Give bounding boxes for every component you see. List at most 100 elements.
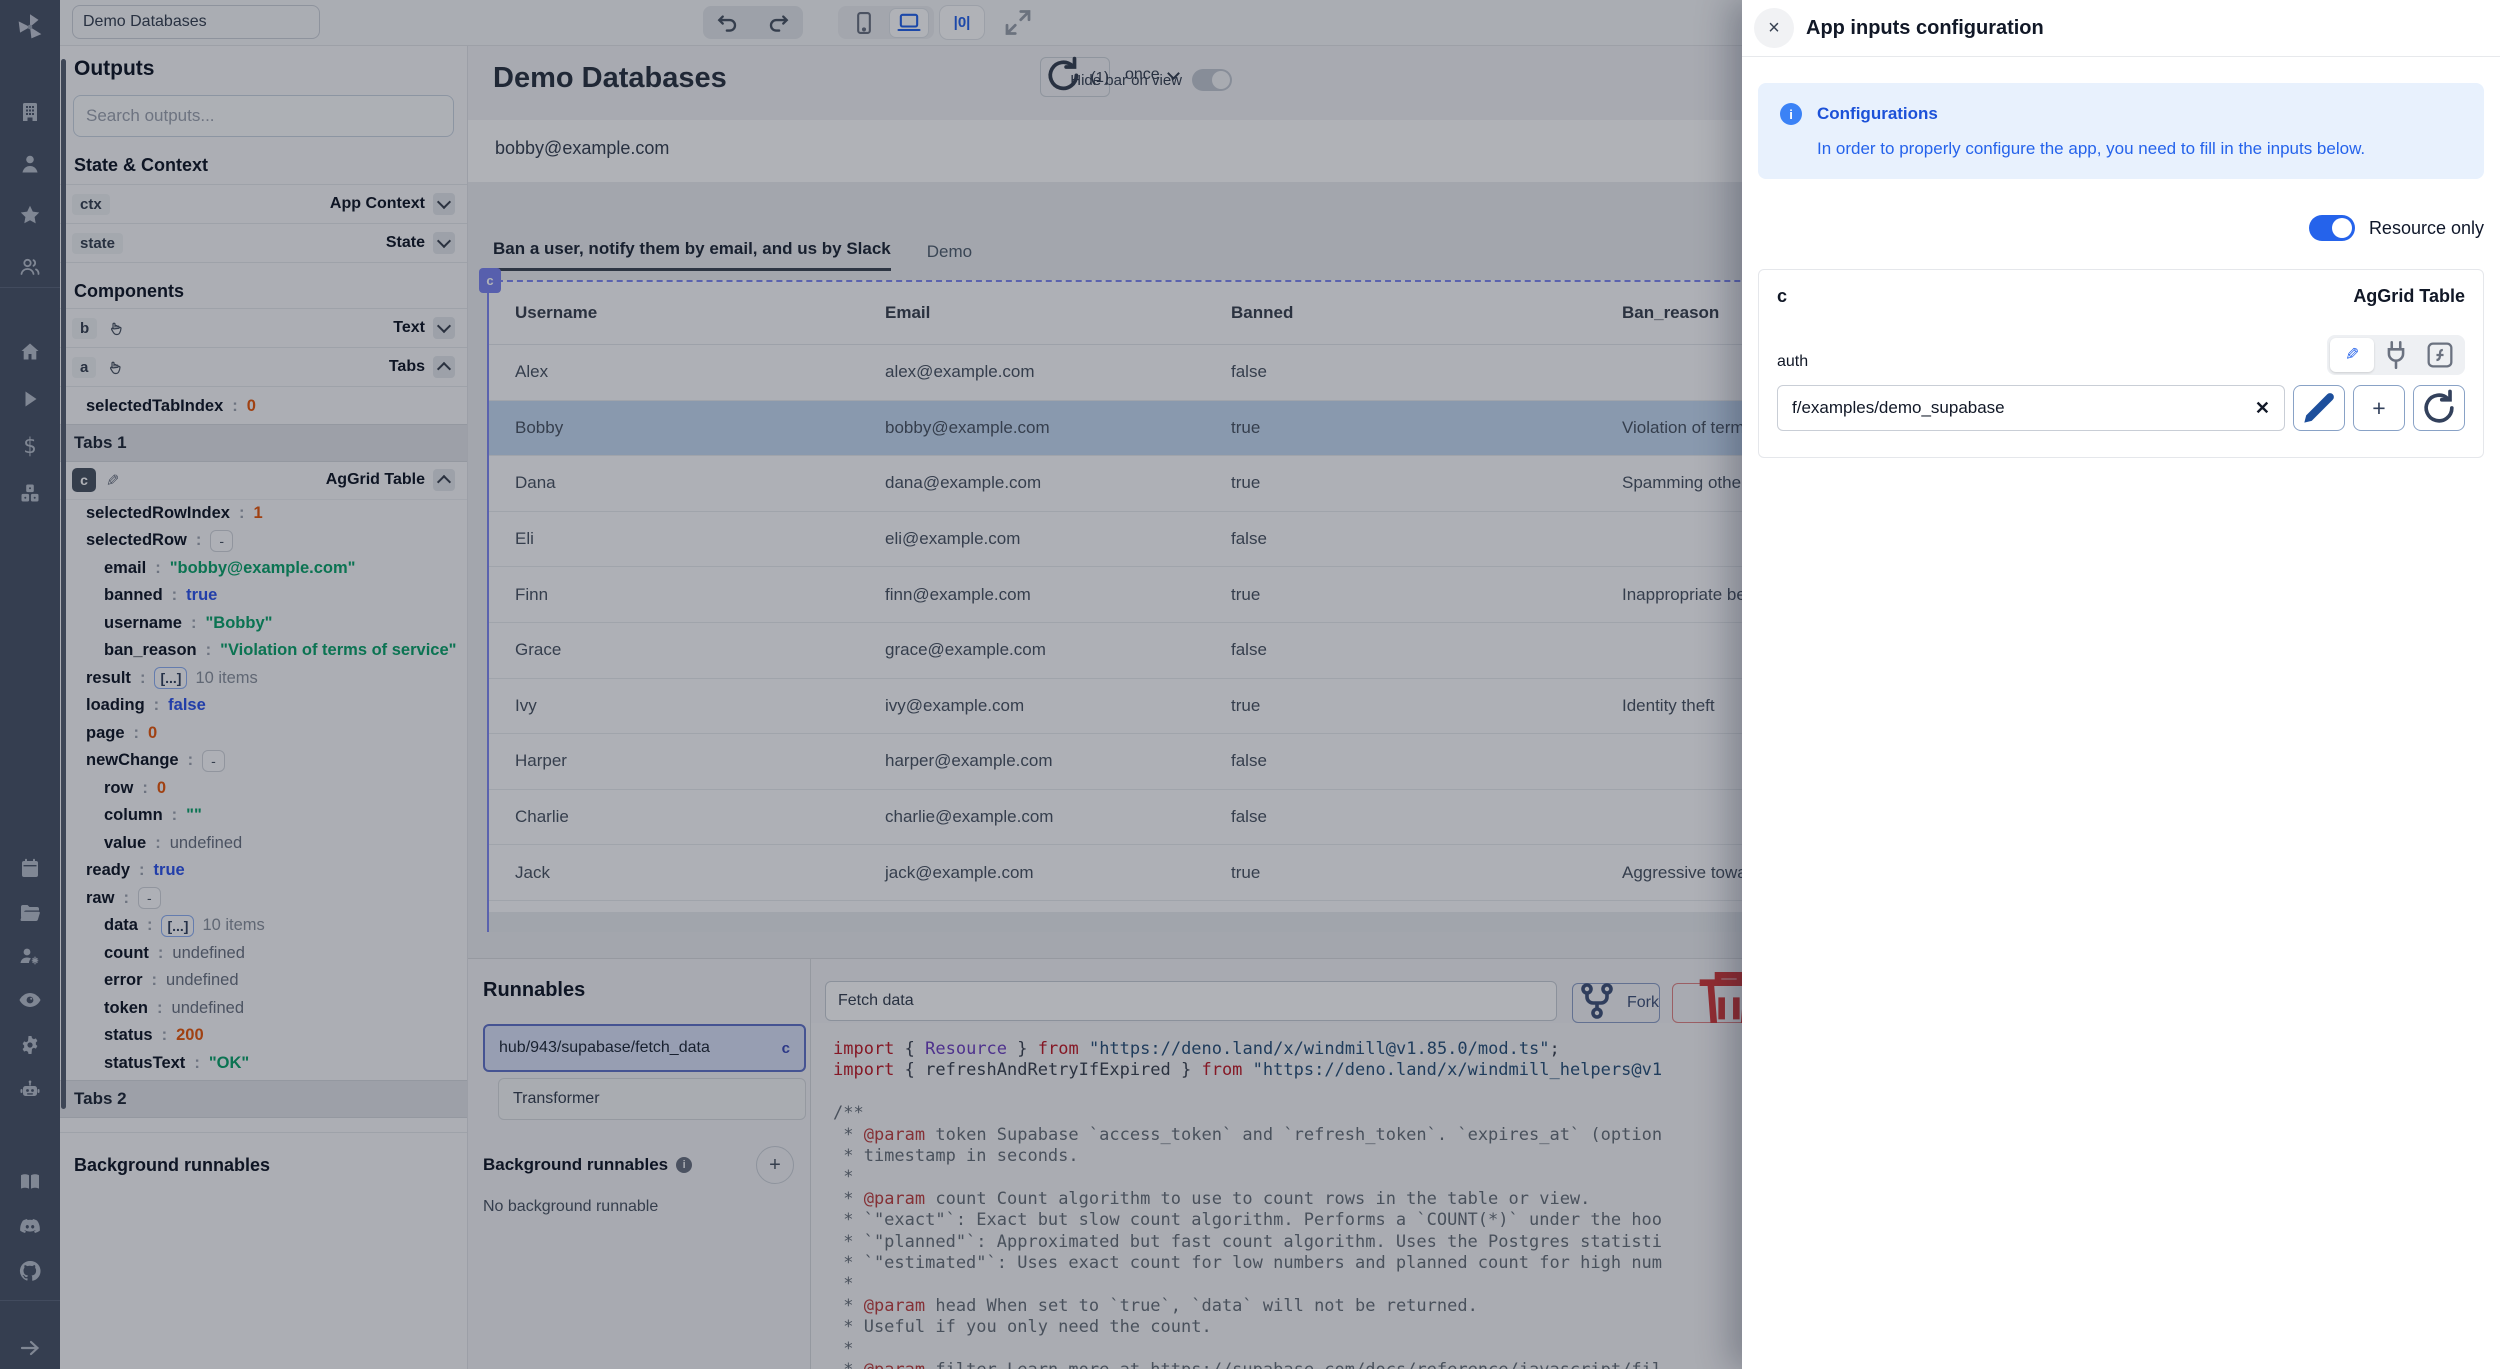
- github-icon[interactable]: [18, 1259, 42, 1283]
- state-entry-column[interactable]: column:"": [60, 802, 467, 830]
- user-icon[interactable]: [18, 152, 42, 176]
- star-icon[interactable]: [18, 203, 42, 227]
- text-component-value: bobby@example.com: [495, 138, 669, 159]
- connect-mode-button[interactable]: [2374, 338, 2418, 372]
- dollar-icon[interactable]: $: [18, 434, 42, 458]
- folder-icon[interactable]: [18, 901, 42, 925]
- hand-pointer-icon[interactable]: [106, 359, 123, 376]
- output-row-state[interactable]: stateState: [60, 223, 467, 263]
- boxes-icon[interactable]: [18, 481, 42, 505]
- resource-only-toggle[interactable]: [2309, 215, 2355, 241]
- fullscreen-button[interactable]: [998, 6, 1038, 39]
- fork-button[interactable]: Fork: [1572, 983, 1660, 1023]
- state-entry-statusText[interactable]: statusText:"OK": [60, 1050, 467, 1078]
- bot-icon[interactable]: [18, 1078, 42, 1102]
- canvas-tab-1[interactable]: Demo: [927, 242, 972, 271]
- state-entry-value[interactable]: value:undefined: [60, 830, 467, 858]
- expand-button[interactable]: [433, 193, 455, 215]
- state-entry-username[interactable]: username:"Bobby": [60, 610, 467, 638]
- state-entry-selectedTabIndex[interactable]: selectedTabIndex : 0: [60, 393, 467, 421]
- play-icon[interactable]: [18, 387, 42, 411]
- hide-bar-toggle[interactable]: [1192, 69, 1232, 91]
- rail-divider: [0, 287, 60, 288]
- runnable-name-input[interactable]: [825, 981, 1557, 1021]
- book-icon[interactable]: [18, 1170, 42, 1194]
- user-group-icon[interactable]: [18, 255, 42, 279]
- output-row-a[interactable]: aTabs: [60, 347, 467, 387]
- add-background-runnable-button[interactable]: +: [756, 1146, 794, 1184]
- eval-mode-button[interactable]: [2418, 338, 2462, 372]
- expand-button[interactable]: [433, 232, 455, 254]
- drawer-title: App inputs configuration: [1806, 17, 2044, 40]
- table-cell: Ivy: [515, 696, 885, 716]
- component-badge[interactable]: c: [479, 268, 501, 293]
- table-cell: true: [1231, 696, 1622, 716]
- state-entry-row[interactable]: row:0: [60, 775, 467, 803]
- search-outputs-input[interactable]: [73, 95, 454, 137]
- desktop-view-button[interactable]: [890, 9, 928, 37]
- state-entry-status[interactable]: status:200: [60, 1022, 467, 1050]
- grid-component-row[interactable]: c ✎ AgGrid Table: [60, 462, 467, 500]
- state-entry-loading[interactable]: loading:false: [60, 692, 467, 720]
- state-entry-token[interactable]: token:undefined: [60, 995, 467, 1023]
- state-entry-newChange[interactable]: newChange:-: [60, 747, 467, 775]
- collapse-button[interactable]: [433, 469, 455, 491]
- state-entry-banned[interactable]: banned:true: [60, 582, 467, 610]
- arrow-right-icon[interactable]: [18, 1336, 42, 1360]
- close-icon[interactable]: ×: [1754, 8, 1794, 48]
- edit-resource-button[interactable]: [2293, 385, 2345, 431]
- redo-button[interactable]: [759, 9, 797, 37]
- column-header[interactable]: Banned: [1231, 303, 1622, 323]
- state-entry-page[interactable]: page:0: [60, 720, 467, 748]
- home-icon[interactable]: [18, 340, 42, 364]
- edit-pencil-icon[interactable]: ✎: [106, 471, 119, 490]
- calendar-icon[interactable]: [18, 856, 42, 880]
- windmill-logo-icon[interactable]: [13, 10, 47, 44]
- output-row-ctx[interactable]: ctxApp Context: [60, 184, 467, 223]
- state-entry-selectedRow[interactable]: selectedRow:-: [60, 527, 467, 555]
- static-mode-button[interactable]: ✎: [2330, 338, 2374, 372]
- group-settings-icon[interactable]: [18, 944, 42, 968]
- auth-resource-input[interactable]: f/examples/demo_supabase ✕: [1777, 385, 2285, 431]
- collapse-button[interactable]: [433, 356, 455, 378]
- app-name-input[interactable]: [72, 5, 320, 39]
- clear-icon[interactable]: ✕: [2255, 398, 2270, 419]
- discord-icon[interactable]: [18, 1215, 42, 1239]
- canvas-tab-0[interactable]: Ban a user, notify them by email, and us…: [493, 239, 891, 271]
- column-header[interactable]: Email: [885, 303, 1231, 323]
- component-id: c: [1777, 286, 1787, 307]
- component-rows: bTextaTabs: [60, 308, 467, 387]
- hand-pointer-icon[interactable]: [107, 320, 124, 337]
- output-row-b[interactable]: bText: [60, 308, 467, 347]
- background-runnables-empty: No background runnable: [483, 1198, 794, 1216]
- mobile-view-button[interactable]: [845, 9, 883, 37]
- state-entry-count[interactable]: count:undefined: [60, 940, 467, 968]
- expand-button[interactable]: [433, 317, 455, 339]
- outputs-scrollbar[interactable]: [61, 59, 66, 1109]
- tabs2-section-bar[interactable]: Tabs 2: [60, 1080, 467, 1118]
- state-entry-selectedRowIndex[interactable]: selectedRowIndex:1: [60, 500, 467, 528]
- state-entry-ready[interactable]: ready:true: [60, 857, 467, 885]
- info-body: In order to properly configure the app, …: [1817, 139, 2462, 159]
- canvas-tabs: Ban a user, notify them by email, and us…: [493, 223, 972, 271]
- state-entry-raw[interactable]: raw:-: [60, 885, 467, 913]
- runnable-item-1[interactable]: Transformer: [498, 1078, 806, 1120]
- info-icon: i: [676, 1157, 692, 1173]
- refresh-resource-button[interactable]: [2413, 385, 2465, 431]
- state-entry-ban_reason[interactable]: ban_reason:"Violation of terms of servic…: [60, 637, 467, 665]
- field-label: auth: [1777, 353, 1808, 375]
- column-header[interactable]: Username: [515, 303, 885, 323]
- table-cell: false: [1231, 362, 1622, 382]
- undo-button[interactable]: [709, 9, 747, 37]
- state-entry-result[interactable]: result:[...]10 items: [60, 665, 467, 693]
- gear-icon[interactable]: [18, 1033, 42, 1057]
- add-resource-button[interactable]: +: [2353, 385, 2405, 431]
- state-entry-error[interactable]: error:undefined: [60, 967, 467, 995]
- center-zero-button[interactable]: |0|: [940, 6, 984, 39]
- state-entry-email[interactable]: email:"bobby@example.com": [60, 555, 467, 583]
- building-icon[interactable]: [18, 100, 42, 124]
- tabs1-section-bar[interactable]: Tabs 1: [60, 424, 467, 462]
- eye-icon[interactable]: [18, 988, 42, 1012]
- state-entry-data[interactable]: data:[...]10 items: [60, 912, 467, 940]
- runnable-item-0[interactable]: hub/943/supabase/fetch_datac: [483, 1024, 806, 1072]
